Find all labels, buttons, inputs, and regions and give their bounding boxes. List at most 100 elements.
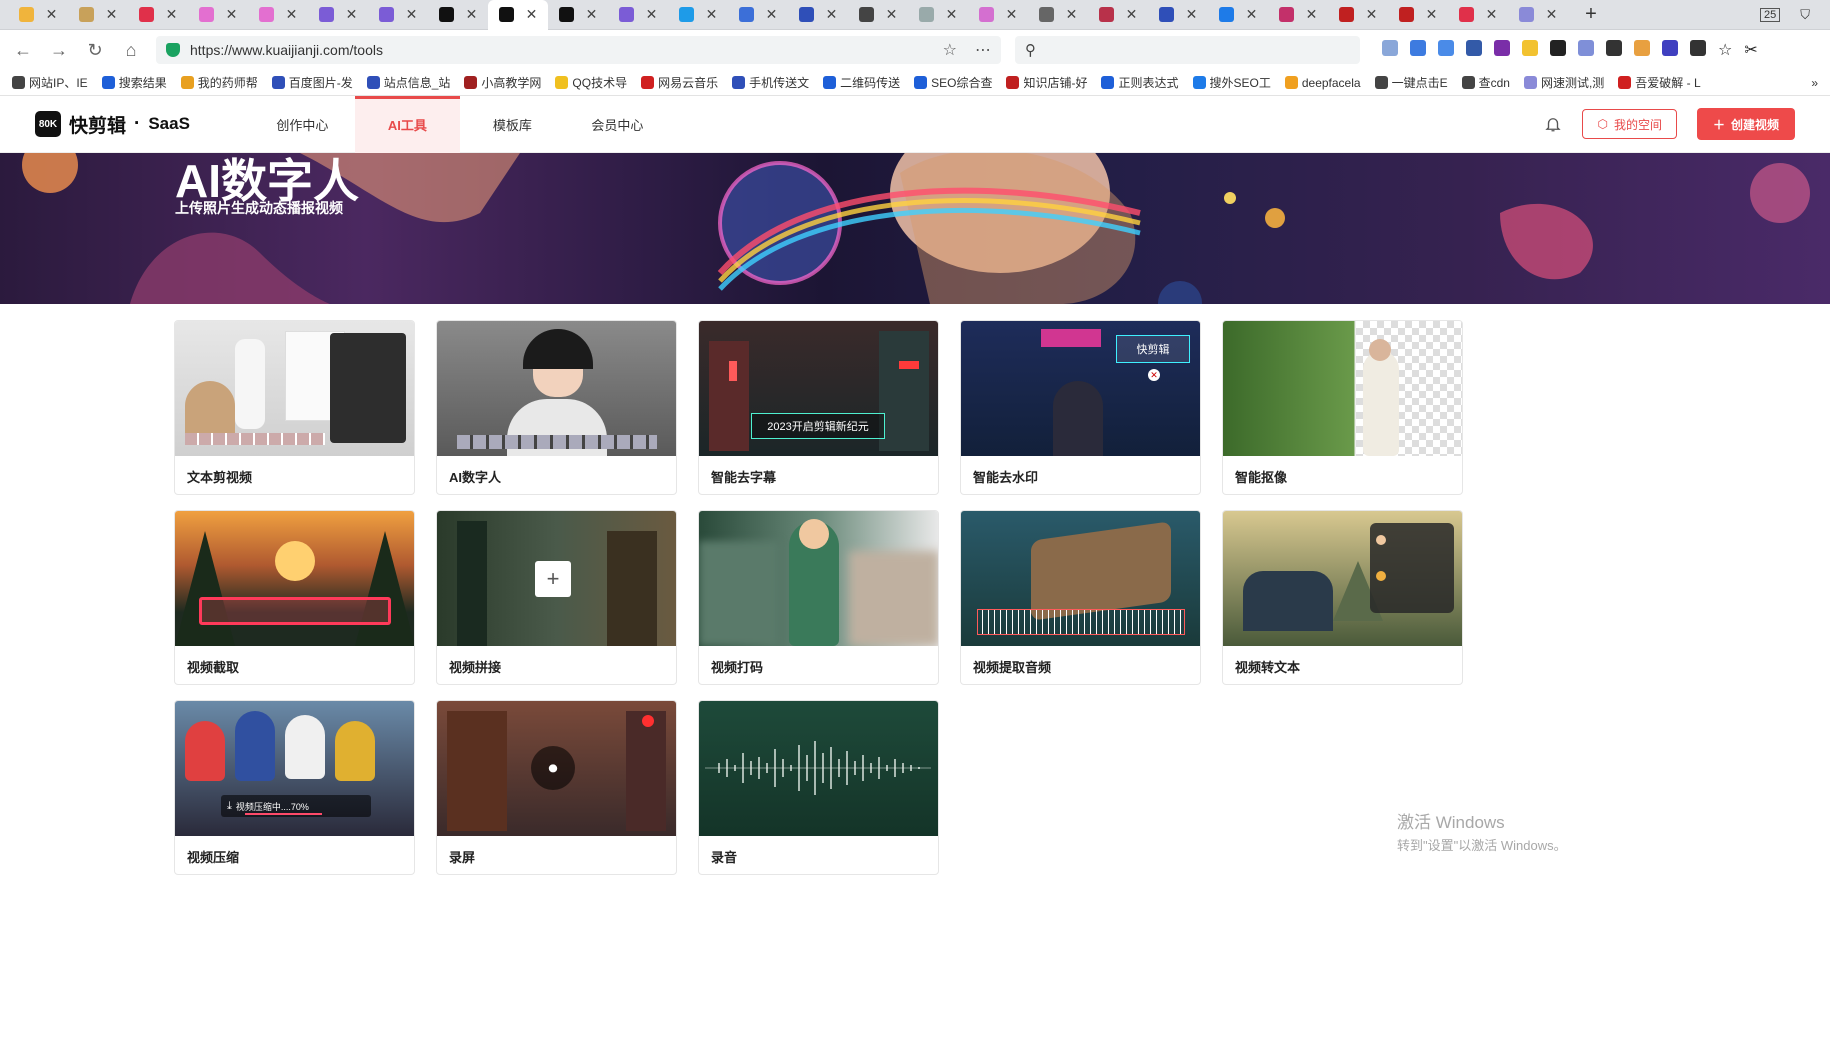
bookmark-item[interactable]: 百度图片-发 <box>271 74 353 91</box>
browser-tab[interactable]: ✕ <box>308 0 368 30</box>
back-icon[interactable]: ← <box>12 40 34 61</box>
tool-card-ai-avatar[interactable]: AI数字人 <box>436 320 677 495</box>
bell-icon[interactable] <box>1544 115 1562 133</box>
bookmark-item[interactable]: 查cdn <box>1461 74 1510 91</box>
my-space-button[interactable]: ⬡ 我的空间 <box>1582 109 1677 139</box>
close-tab-icon[interactable]: ✕ <box>1486 6 1498 23</box>
browser-tab[interactable]: ✕ <box>548 0 608 30</box>
close-tab-icon[interactable]: ✕ <box>1426 6 1438 23</box>
browser-tab[interactable]: ✕ <box>668 0 728 30</box>
browser-tab[interactable]: ✕ <box>368 0 428 30</box>
extension-icon[interactable] <box>1494 40 1510 56</box>
reload-icon[interactable]: ↻ <box>84 40 106 61</box>
extension-icon[interactable] <box>1606 40 1622 56</box>
close-tab-icon[interactable]: ✕ <box>526 6 538 23</box>
bookmark-star-icon[interactable]: ☆ <box>943 40 957 60</box>
new-tab-button[interactable]: + <box>1576 3 1606 26</box>
browser-tab[interactable]: ✕ <box>728 0 788 30</box>
close-tab-icon[interactable]: ✕ <box>946 6 958 23</box>
tool-card-smart-matting[interactable]: 智能抠像 <box>1222 320 1463 495</box>
bookmark-item[interactable]: 小高教学网 <box>464 74 541 91</box>
tool-card-remove-subtitle[interactable]: 2023开启剪辑新纪元 智能去字幕 <box>698 320 939 495</box>
more-icon[interactable]: ⋯ <box>975 40 991 60</box>
extension-icon[interactable] <box>1522 40 1538 56</box>
shirt-icon[interactable]: ⛉ <box>1800 7 1810 23</box>
browser-tab[interactable]: ✕ <box>188 0 248 30</box>
extension-icon[interactable] <box>1662 40 1678 56</box>
close-tab-icon[interactable]: ✕ <box>1186 6 1198 23</box>
bookmark-item[interactable]: 手机传送文 <box>732 74 809 91</box>
forward-icon[interactable]: → <box>48 40 70 61</box>
browser-tab[interactable]: ✕ <box>1148 0 1208 30</box>
close-tab-icon[interactable]: ✕ <box>226 6 238 23</box>
bookmark-item[interactable]: 二维码传送 <box>823 74 900 91</box>
tool-card-video-trim[interactable]: 视频截取 <box>174 510 415 685</box>
browser-tab[interactable]: ✕ <box>248 0 308 30</box>
create-video-button[interactable]: ＋ 创建视频 <box>1696 108 1795 140</box>
browser-tab[interactable]: ✕ <box>1268 0 1328 30</box>
close-tab-icon[interactable]: ✕ <box>706 6 718 23</box>
browser-tab[interactable]: ✕ <box>968 0 1028 30</box>
extension-icon[interactable] <box>1634 40 1650 56</box>
close-tab-icon[interactable]: ✕ <box>826 6 838 23</box>
close-tab-icon[interactable]: ✕ <box>406 6 418 23</box>
browser-tab-active[interactable]: ✕ <box>488 0 548 30</box>
bookmark-item[interactable]: 我的药师帮 <box>180 74 258 91</box>
bookmark-item[interactable]: 正则表达式 <box>1101 74 1179 91</box>
close-tab-icon[interactable]: ✕ <box>766 6 778 23</box>
close-tab-icon[interactable]: ✕ <box>1006 6 1018 23</box>
hero-banner[interactable]: AI数字人 上传照片生成动态播报视频 <box>0 153 1830 304</box>
close-tab-icon[interactable]: ✕ <box>1366 6 1378 23</box>
browser-tab[interactable]: ✕ <box>1208 0 1268 30</box>
close-tab-icon[interactable]: ✕ <box>886 6 898 23</box>
nav-item-ai-tools[interactable]: AI工具 <box>354 95 460 153</box>
browser-tab[interactable]: ✕ <box>1448 0 1508 30</box>
browser-tab[interactable]: ✕ <box>908 0 968 30</box>
tool-card-extract-audio[interactable]: 视频提取音频 <box>960 510 1201 685</box>
bookmark-item[interactable]: 网易云音乐 <box>641 74 718 91</box>
bookmark-item[interactable]: 网站IP、IE <box>12 74 88 91</box>
browser-search-box[interactable]: ⚲ <box>1015 36 1360 64</box>
tool-card-video-compress[interactable]: ⤓ 视频压缩中....70% 视频压缩 <box>174 700 415 875</box>
tool-card-remove-watermark[interactable]: 快剪辑 ✕ 智能去水印 <box>960 320 1201 495</box>
close-tab-icon[interactable]: ✕ <box>1306 6 1318 23</box>
tool-card-video-merge[interactable]: + 视频拼接 <box>436 510 677 685</box>
nav-item-creation-center[interactable]: 创作中心 <box>250 96 355 153</box>
bookmark-item[interactable]: 网速测试,测 <box>1523 74 1604 91</box>
favorites-icon[interactable]: ☆ <box>1718 40 1732 60</box>
close-tab-icon[interactable]: ✕ <box>1066 6 1078 23</box>
extension-icon[interactable] <box>1550 40 1566 56</box>
browser-tab[interactable]: ✕ <box>788 0 848 30</box>
nav-item-templates[interactable]: 模板库 <box>460 96 565 153</box>
home-icon[interactable]: ⌂ <box>120 40 142 61</box>
apps-grid-icon[interactable] <box>1690 40 1706 56</box>
bookmark-item[interactable]: 一键点击E <box>1374 74 1448 91</box>
extension-icon[interactable] <box>1382 40 1398 56</box>
bookmark-item[interactable]: SEO综合查 <box>914 74 992 91</box>
bookmark-item[interactable]: 搜外SEO工 <box>1192 74 1271 91</box>
bookmark-item[interactable]: 知识店铺-好 <box>1006 74 1087 91</box>
browser-tab[interactable]: ✕ <box>1028 0 1088 30</box>
url-text[interactable]: https://www.kuaijianji.com/tools <box>190 42 383 58</box>
browser-tab[interactable]: ✕ <box>68 0 128 30</box>
tool-card-audio-record[interactable]: 录音 <box>698 700 939 875</box>
tab-count-badge[interactable]: 25 <box>1759 7 1781 22</box>
browser-tab[interactable]: ✕ <box>848 0 908 30</box>
tool-card-video-mosaic[interactable]: 视频打码 <box>698 510 939 685</box>
close-tab-icon[interactable]: ✕ <box>1546 6 1558 23</box>
bookmark-item[interactable]: deepfacela <box>1284 76 1361 90</box>
tool-card-video-to-text[interactable]: 视频转文本 <box>1222 510 1463 685</box>
browser-tab[interactable]: ✕ <box>1388 0 1448 30</box>
scissors-icon[interactable]: ✂ <box>1744 40 1757 60</box>
bookmark-item[interactable]: QQ技术导 <box>555 74 627 91</box>
close-tab-icon[interactable]: ✕ <box>466 6 478 23</box>
browser-tab[interactable]: ✕ <box>1328 0 1388 30</box>
bookmarks-overflow-button[interactable]: » <box>1811 76 1818 90</box>
close-tab-icon[interactable]: ✕ <box>106 6 118 23</box>
bookmark-item[interactable]: 搜索结果 <box>101 74 167 91</box>
browser-tab[interactable]: ✕ <box>128 0 188 30</box>
extension-icon[interactable] <box>1410 40 1426 56</box>
close-tab-icon[interactable]: ✕ <box>346 6 358 23</box>
close-tab-icon[interactable]: ✕ <box>166 6 178 23</box>
close-tab-icon[interactable]: ✕ <box>1126 6 1138 23</box>
